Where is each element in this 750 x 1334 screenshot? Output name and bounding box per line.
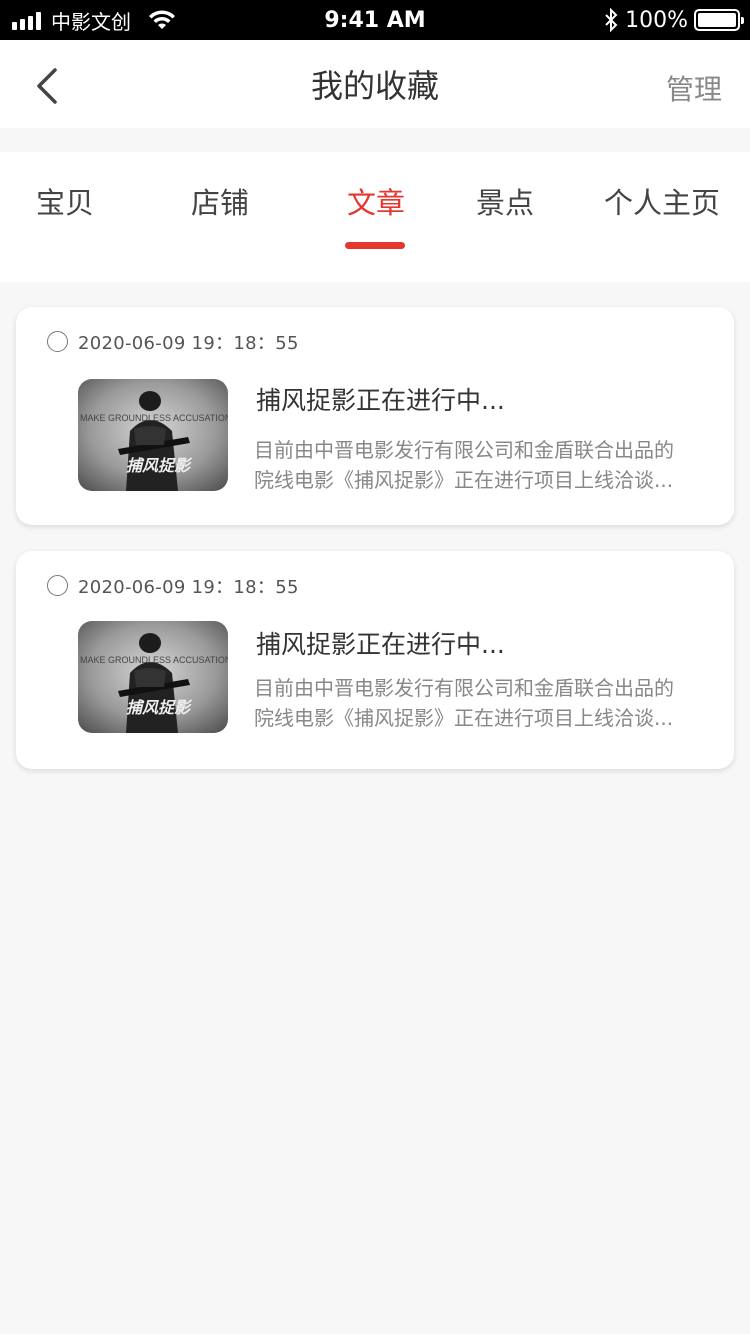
tab-wenzhang[interactable]: 文章 bbox=[347, 180, 405, 222]
article-card[interactable]: 2020-06-09 19：18：55 MAKE GROUNDLESS ACCU… bbox=[16, 307, 734, 525]
article-thumbnail[interactable]: MAKE GROUNDLESS ACCUSATIONS 捕风捉影 bbox=[78, 379, 228, 491]
article-title[interactable]: 捕风捉影正在进行中... bbox=[256, 625, 505, 661]
chevron-left-icon[interactable] bbox=[30, 66, 66, 106]
select-checkbox[interactable] bbox=[47, 331, 68, 352]
article-description: 目前由中晋电影发行有限公司和金盾联合出品的 院线电影《捕风捉影》正在进行项目上线… bbox=[254, 435, 716, 495]
status-right: 100% bbox=[603, 7, 744, 33]
tab-baobei[interactable]: 宝贝 bbox=[36, 180, 94, 222]
tab-dianpu[interactable]: 店铺 bbox=[191, 180, 249, 222]
battery-fill bbox=[698, 13, 736, 27]
tab-jingdian[interactable]: 景点 bbox=[476, 180, 534, 222]
status-bar: 中影文创 9:41 AM 100% bbox=[0, 0, 750, 40]
battery-icon bbox=[694, 9, 744, 31]
wifi-icon bbox=[149, 10, 175, 29]
thumbnail-title: 捕风捉影 bbox=[126, 698, 193, 717]
article-date: 2020-06-09 19：18：55 bbox=[78, 333, 299, 354]
signal-icon bbox=[12, 10, 41, 30]
article-description-line: 目前由中晋电影发行有限公司和金盾联合出品的 bbox=[254, 676, 674, 700]
thumbnail-caption: MAKE GROUNDLESS ACCUSATIONS bbox=[80, 413, 228, 423]
thumbnail-title: 捕风捉影 bbox=[126, 456, 193, 475]
thumbnail-image: MAKE GROUNDLESS ACCUSATIONS 捕风捉影 bbox=[78, 621, 228, 733]
status-left: 中影文创 bbox=[12, 6, 272, 35]
manage-button[interactable]: 管理 bbox=[666, 68, 722, 108]
bluetooth-icon bbox=[605, 8, 618, 32]
carrier-name: 中影文创 bbox=[51, 9, 131, 34]
article-description-line: 院线电影《捕风捉影》正在进行项目上线洽谈... bbox=[254, 468, 674, 492]
article-description-line: 目前由中晋电影发行有限公司和金盾联合出品的 bbox=[254, 438, 674, 462]
article-description: 目前由中晋电影发行有限公司和金盾联合出品的 院线电影《捕风捉影》正在进行项目上线… bbox=[254, 673, 716, 733]
nav-bar: 我的收藏 管理 bbox=[0, 40, 750, 128]
tab-active-indicator bbox=[345, 242, 405, 249]
thumbnail-caption: MAKE GROUNDLESS ACCUSATIONS bbox=[80, 655, 228, 665]
tab-bar: 宝贝 店铺 文章 景点 个人主页 bbox=[0, 152, 750, 282]
article-description-line: 院线电影《捕风捉影》正在进行项目上线洽谈... bbox=[254, 706, 674, 730]
tab-gerenzhuye[interactable]: 个人主页 bbox=[604, 180, 720, 222]
article-card[interactable]: 2020-06-09 19：18：55 MAKE GROUNDLESS ACCU… bbox=[16, 551, 734, 769]
thumbnail-image: MAKE GROUNDLESS ACCUSATIONS 捕风捉影 bbox=[78, 379, 228, 491]
article-thumbnail[interactable]: MAKE GROUNDLESS ACCUSATIONS 捕风捉影 bbox=[78, 621, 228, 733]
article-title[interactable]: 捕风捉影正在进行中... bbox=[256, 381, 505, 417]
page-title: 我的收藏 bbox=[310, 67, 439, 105]
select-checkbox[interactable] bbox=[47, 575, 68, 596]
article-date: 2020-06-09 19：18：55 bbox=[78, 577, 299, 598]
battery-percent: 100% bbox=[625, 7, 688, 33]
